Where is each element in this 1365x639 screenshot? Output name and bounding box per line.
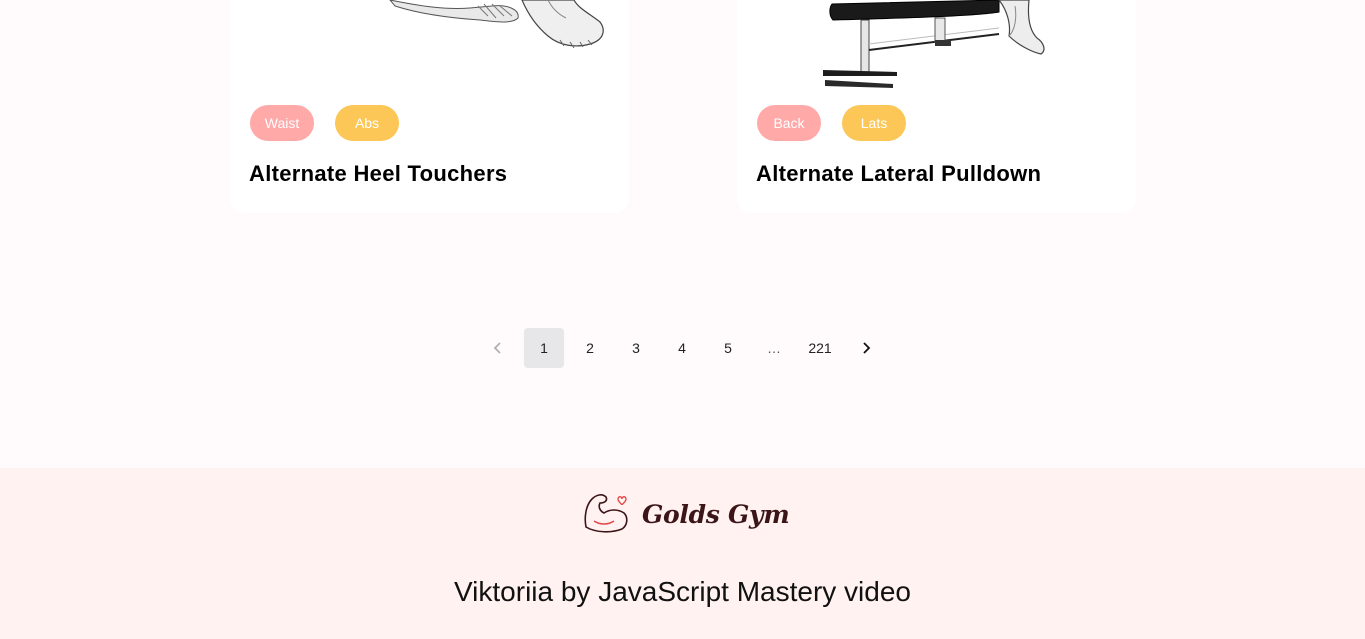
footer-credit: Viktoriia by JavaScript Mastery video bbox=[454, 576, 911, 607]
page-button-last[interactable]: 221 bbox=[800, 328, 840, 368]
page-button-1[interactable]: 1 bbox=[524, 328, 564, 368]
exercise-card[interactable]: Back Lats Alternate Lateral Pulldown bbox=[737, 0, 1136, 213]
exercise-image[interactable] bbox=[737, 0, 1136, 95]
next-page-button[interactable] bbox=[846, 328, 886, 368]
pagination: 1 2 3 4 5 … 221 bbox=[475, 328, 889, 368]
footer: Golds Gym Viktoriia by JavaScript Master… bbox=[0, 468, 1365, 639]
page-button-4[interactable]: 4 bbox=[662, 328, 702, 368]
previous-page-button[interactable] bbox=[478, 328, 518, 368]
exercise-title: Alternate Lateral Pulldown bbox=[756, 161, 1042, 186]
exercise-image[interactable] bbox=[230, 0, 629, 95]
chevron-left-icon bbox=[491, 341, 505, 355]
pagination-ellipsis: … bbox=[767, 340, 781, 356]
page-button-3[interactable]: 3 bbox=[616, 328, 656, 368]
tag-body-part[interactable]: Back bbox=[757, 105, 821, 141]
exercise-title: Alternate Heel Touchers bbox=[249, 161, 508, 186]
tag-target[interactable]: Lats bbox=[842, 105, 906, 141]
logo-text: Golds Gym bbox=[642, 499, 790, 529]
page: Waist Abs Alternate Heel Touchers Back L… bbox=[0, 0, 1365, 639]
page-button-2[interactable]: 2 bbox=[570, 328, 610, 368]
page-button-5[interactable]: 5 bbox=[708, 328, 748, 368]
tag-target[interactable]: Abs bbox=[335, 105, 399, 141]
tag-body-part[interactable]: Waist bbox=[250, 105, 314, 141]
exercise-card[interactable]: Waist Abs Alternate Heel Touchers bbox=[230, 0, 629, 213]
flexed-arm-heart-icon bbox=[582, 491, 630, 538]
exercises-section: Waist Abs Alternate Heel Touchers Back L… bbox=[0, 0, 1365, 468]
chevron-right-icon bbox=[859, 341, 873, 355]
footer-logo[interactable]: Golds Gym bbox=[582, 491, 790, 538]
